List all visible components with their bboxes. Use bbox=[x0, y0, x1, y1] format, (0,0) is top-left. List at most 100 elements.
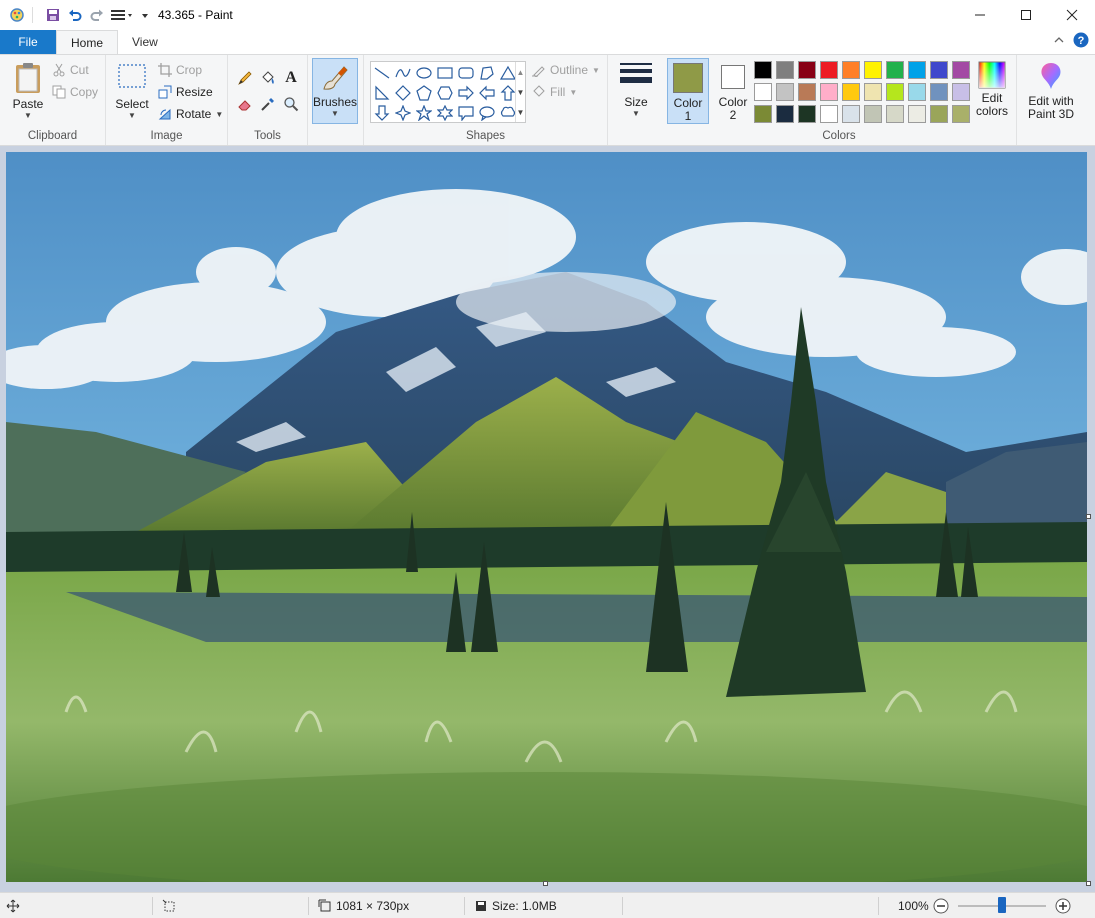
color-swatch[interactable] bbox=[886, 105, 904, 123]
save-icon[interactable] bbox=[42, 4, 64, 26]
color-swatch[interactable] bbox=[820, 105, 838, 123]
cut-button[interactable]: Cut bbox=[52, 63, 89, 77]
color-swatch[interactable] bbox=[842, 105, 860, 123]
color-swatch[interactable] bbox=[754, 83, 772, 101]
color-swatch[interactable] bbox=[864, 83, 882, 101]
color-swatch[interactable] bbox=[908, 83, 926, 101]
callout-oval-shape-icon[interactable] bbox=[478, 104, 496, 122]
color-swatch[interactable] bbox=[886, 61, 904, 79]
resize-button[interactable]: Resize bbox=[158, 85, 213, 99]
color-swatch[interactable] bbox=[820, 61, 838, 79]
magnifier-icon[interactable] bbox=[282, 95, 300, 113]
drawing-canvas[interactable] bbox=[6, 152, 1087, 882]
color-swatch[interactable] bbox=[908, 105, 926, 123]
fill-button[interactable]: Fill ▼ bbox=[532, 85, 577, 99]
tab-file[interactable]: File bbox=[0, 30, 56, 54]
color-swatch[interactable] bbox=[952, 83, 970, 101]
color-swatch[interactable] bbox=[798, 83, 816, 101]
help-icon[interactable]: ? bbox=[1073, 32, 1089, 51]
canvas-workspace[interactable] bbox=[0, 146, 1095, 892]
zoom-out-button[interactable] bbox=[933, 898, 949, 917]
size-button[interactable]: Size ▼ bbox=[616, 61, 656, 118]
fill-bucket-icon[interactable] bbox=[259, 69, 277, 87]
color-swatch[interactable] bbox=[754, 61, 772, 79]
edit-colors-button[interactable]: Edit colors bbox=[970, 61, 1014, 118]
brushes-button[interactable]: Brushes ▼ bbox=[312, 58, 358, 124]
rounded-rectangle-shape-icon[interactable] bbox=[457, 64, 475, 82]
pencil-icon[interactable] bbox=[236, 69, 254, 87]
tab-home[interactable]: Home bbox=[56, 30, 119, 54]
cursor-position-icon bbox=[6, 899, 20, 916]
color-swatch[interactable] bbox=[776, 105, 794, 123]
landscape-painting[interactable] bbox=[6, 152, 1087, 882]
crop-icon bbox=[158, 63, 172, 77]
customize-toolbar-icon[interactable] bbox=[138, 4, 152, 26]
right-triangle-shape-icon[interactable] bbox=[373, 84, 391, 102]
color-swatch[interactable] bbox=[842, 83, 860, 101]
six-point-star-shape-icon[interactable] bbox=[436, 104, 454, 122]
maximize-button[interactable] bbox=[1003, 0, 1049, 30]
color2-selector[interactable]: Color 2 bbox=[713, 62, 753, 122]
oval-shape-icon[interactable] bbox=[415, 64, 433, 82]
color-swatch[interactable] bbox=[930, 83, 948, 101]
color-swatch[interactable] bbox=[842, 61, 860, 79]
rotate-button[interactable]: Rotate ▼ bbox=[158, 107, 223, 121]
redo-icon[interactable] bbox=[86, 4, 108, 26]
color1-selector[interactable]: Color 1 bbox=[667, 58, 709, 124]
cut-label: Cut bbox=[70, 63, 89, 77]
scroll-up-icon[interactable]: ▲ bbox=[517, 68, 525, 77]
color-swatch[interactable] bbox=[754, 105, 772, 123]
outline-button[interactable]: Outline ▼ bbox=[532, 63, 600, 77]
five-point-star-shape-icon[interactable] bbox=[415, 104, 433, 122]
paste-button[interactable]: Paste ▼ bbox=[8, 61, 48, 120]
text-tool-icon[interactable]: A bbox=[282, 69, 300, 87]
color-swatch[interactable] bbox=[908, 61, 926, 79]
properties-menu-icon[interactable] bbox=[108, 4, 138, 26]
eraser-icon[interactable] bbox=[236, 95, 254, 113]
color-swatch[interactable] bbox=[952, 105, 970, 123]
color-swatch[interactable] bbox=[864, 105, 882, 123]
line-shape-icon[interactable] bbox=[373, 64, 391, 82]
color-swatch[interactable] bbox=[798, 61, 816, 79]
tab-view[interactable]: View bbox=[118, 30, 172, 54]
zoom-in-button[interactable] bbox=[1055, 898, 1071, 917]
color-swatch[interactable] bbox=[820, 83, 838, 101]
color-swatch[interactable] bbox=[930, 61, 948, 79]
color-swatch[interactable] bbox=[798, 105, 816, 123]
edit-with-paint3d-button[interactable]: Edit with Paint 3D bbox=[1021, 61, 1081, 121]
resize-handle-corner[interactable] bbox=[1086, 881, 1091, 886]
zoom-slider-thumb[interactable] bbox=[998, 897, 1006, 913]
copy-button[interactable]: Copy bbox=[52, 85, 98, 99]
color-swatch[interactable] bbox=[864, 61, 882, 79]
rectangle-shape-icon[interactable] bbox=[436, 64, 454, 82]
color-swatch[interactable] bbox=[776, 61, 794, 79]
undo-icon[interactable] bbox=[64, 4, 86, 26]
scroll-down-icon[interactable]: ▼ bbox=[517, 88, 525, 97]
crop-button[interactable]: Crop bbox=[158, 63, 202, 77]
arrow-right-shape-icon[interactable] bbox=[457, 84, 475, 102]
color-picker-icon[interactable] bbox=[259, 95, 277, 113]
diamond-shape-icon[interactable] bbox=[394, 84, 412, 102]
polygon-shape-icon[interactable] bbox=[478, 64, 496, 82]
color-swatch[interactable] bbox=[776, 83, 794, 101]
color-swatch[interactable] bbox=[886, 83, 904, 101]
minimize-button[interactable] bbox=[957, 0, 1003, 30]
color-swatch[interactable] bbox=[930, 105, 948, 123]
image-dimensions: 1081 × 730px bbox=[336, 899, 410, 913]
four-point-star-shape-icon[interactable] bbox=[394, 104, 412, 122]
collapse-ribbon-icon[interactable] bbox=[1053, 34, 1065, 49]
resize-handle-right[interactable] bbox=[1086, 514, 1091, 519]
arrow-left-shape-icon[interactable] bbox=[478, 84, 496, 102]
resize-handle-bottom[interactable] bbox=[543, 881, 548, 886]
expand-gallery-icon[interactable]: ▼ bbox=[517, 108, 525, 117]
arrow-down-shape-icon[interactable] bbox=[373, 104, 391, 122]
paint-app-icon[interactable] bbox=[6, 4, 28, 26]
shapes-gallery-scroll[interactable]: ▲ ▼ ▼ bbox=[515, 62, 525, 122]
callout-rect-shape-icon[interactable] bbox=[457, 104, 475, 122]
hexagon-shape-icon[interactable] bbox=[436, 84, 454, 102]
pentagon-shape-icon[interactable] bbox=[415, 84, 433, 102]
close-button[interactable] bbox=[1049, 0, 1095, 30]
color-swatch[interactable] bbox=[952, 61, 970, 79]
select-button[interactable]: Select ▼ bbox=[114, 63, 150, 120]
curve-shape-icon[interactable] bbox=[394, 64, 412, 82]
